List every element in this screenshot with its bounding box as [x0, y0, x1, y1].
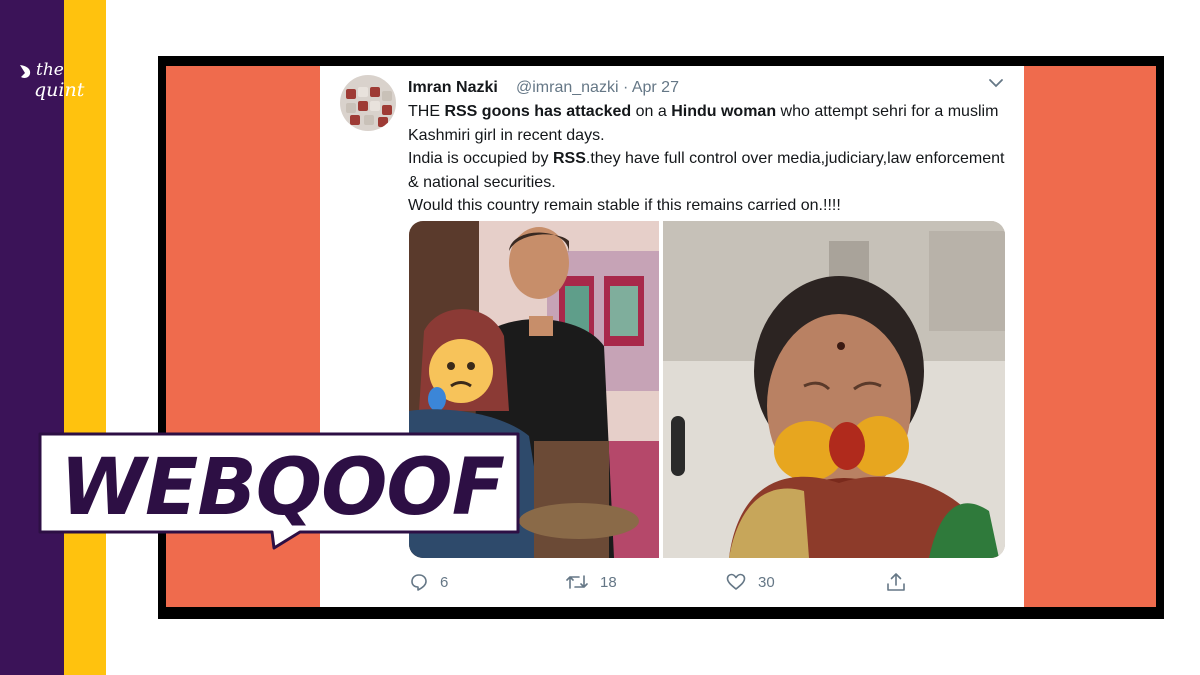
retweet-count: 18: [600, 573, 617, 591]
tweet-text-line: India is occupied by RSS.they have full …: [408, 147, 1014, 194]
tweet-author-name[interactable]: Imran Nazki: [408, 79, 498, 97]
share-button[interactable]: [886, 572, 918, 592]
logo-text-the: the: [36, 60, 64, 80]
tweet-text-run: India is occupied by: [408, 150, 553, 167]
tweet-text-run: on a: [631, 103, 672, 120]
webqoof-badge: WEBQOOF: [38, 430, 524, 550]
like-count: 30: [758, 573, 775, 591]
tweet-author-handle[interactable]: @imran_nazki · Apr 27: [516, 79, 679, 97]
tweet-text-bold-run: RSS goons has attacked: [444, 103, 632, 120]
tweet-text-run: Would this country remain stable if this…: [408, 197, 841, 214]
logo-text-quint: quint: [34, 79, 85, 101]
avatar[interactable]: [340, 75, 396, 131]
retweet-button[interactable]: 18: [566, 572, 617, 592]
reply-icon: [411, 574, 427, 591]
reply-button[interactable]: 6: [410, 572, 448, 592]
tweet-text-bold-run: Hindu woman: [671, 103, 777, 120]
like-button[interactable]: 30: [726, 572, 775, 592]
webqoof-label: WEBQOOF: [60, 443, 505, 533]
tweet-text-line: Would this country remain stable if this…: [408, 194, 1014, 218]
tweet-text-bold-run: RSS: [552, 150, 586, 167]
retweet-icon: [566, 575, 588, 589]
chevron-down-icon[interactable]: [987, 74, 1005, 92]
tweet-text-run: THE: [408, 103, 445, 120]
share-icon: [887, 573, 905, 591]
like-icon: [726, 573, 746, 590]
the-quint-logo: the quint: [16, 62, 94, 108]
quint-mark-icon: [20, 65, 31, 78]
tweet-text-line: THE RSS goons has attacked on a Hindu wo…: [408, 100, 1014, 147]
reply-count: 6: [440, 573, 449, 591]
tweet-text: THE RSS goons has attacked on a Hindu wo…: [408, 100, 1014, 218]
